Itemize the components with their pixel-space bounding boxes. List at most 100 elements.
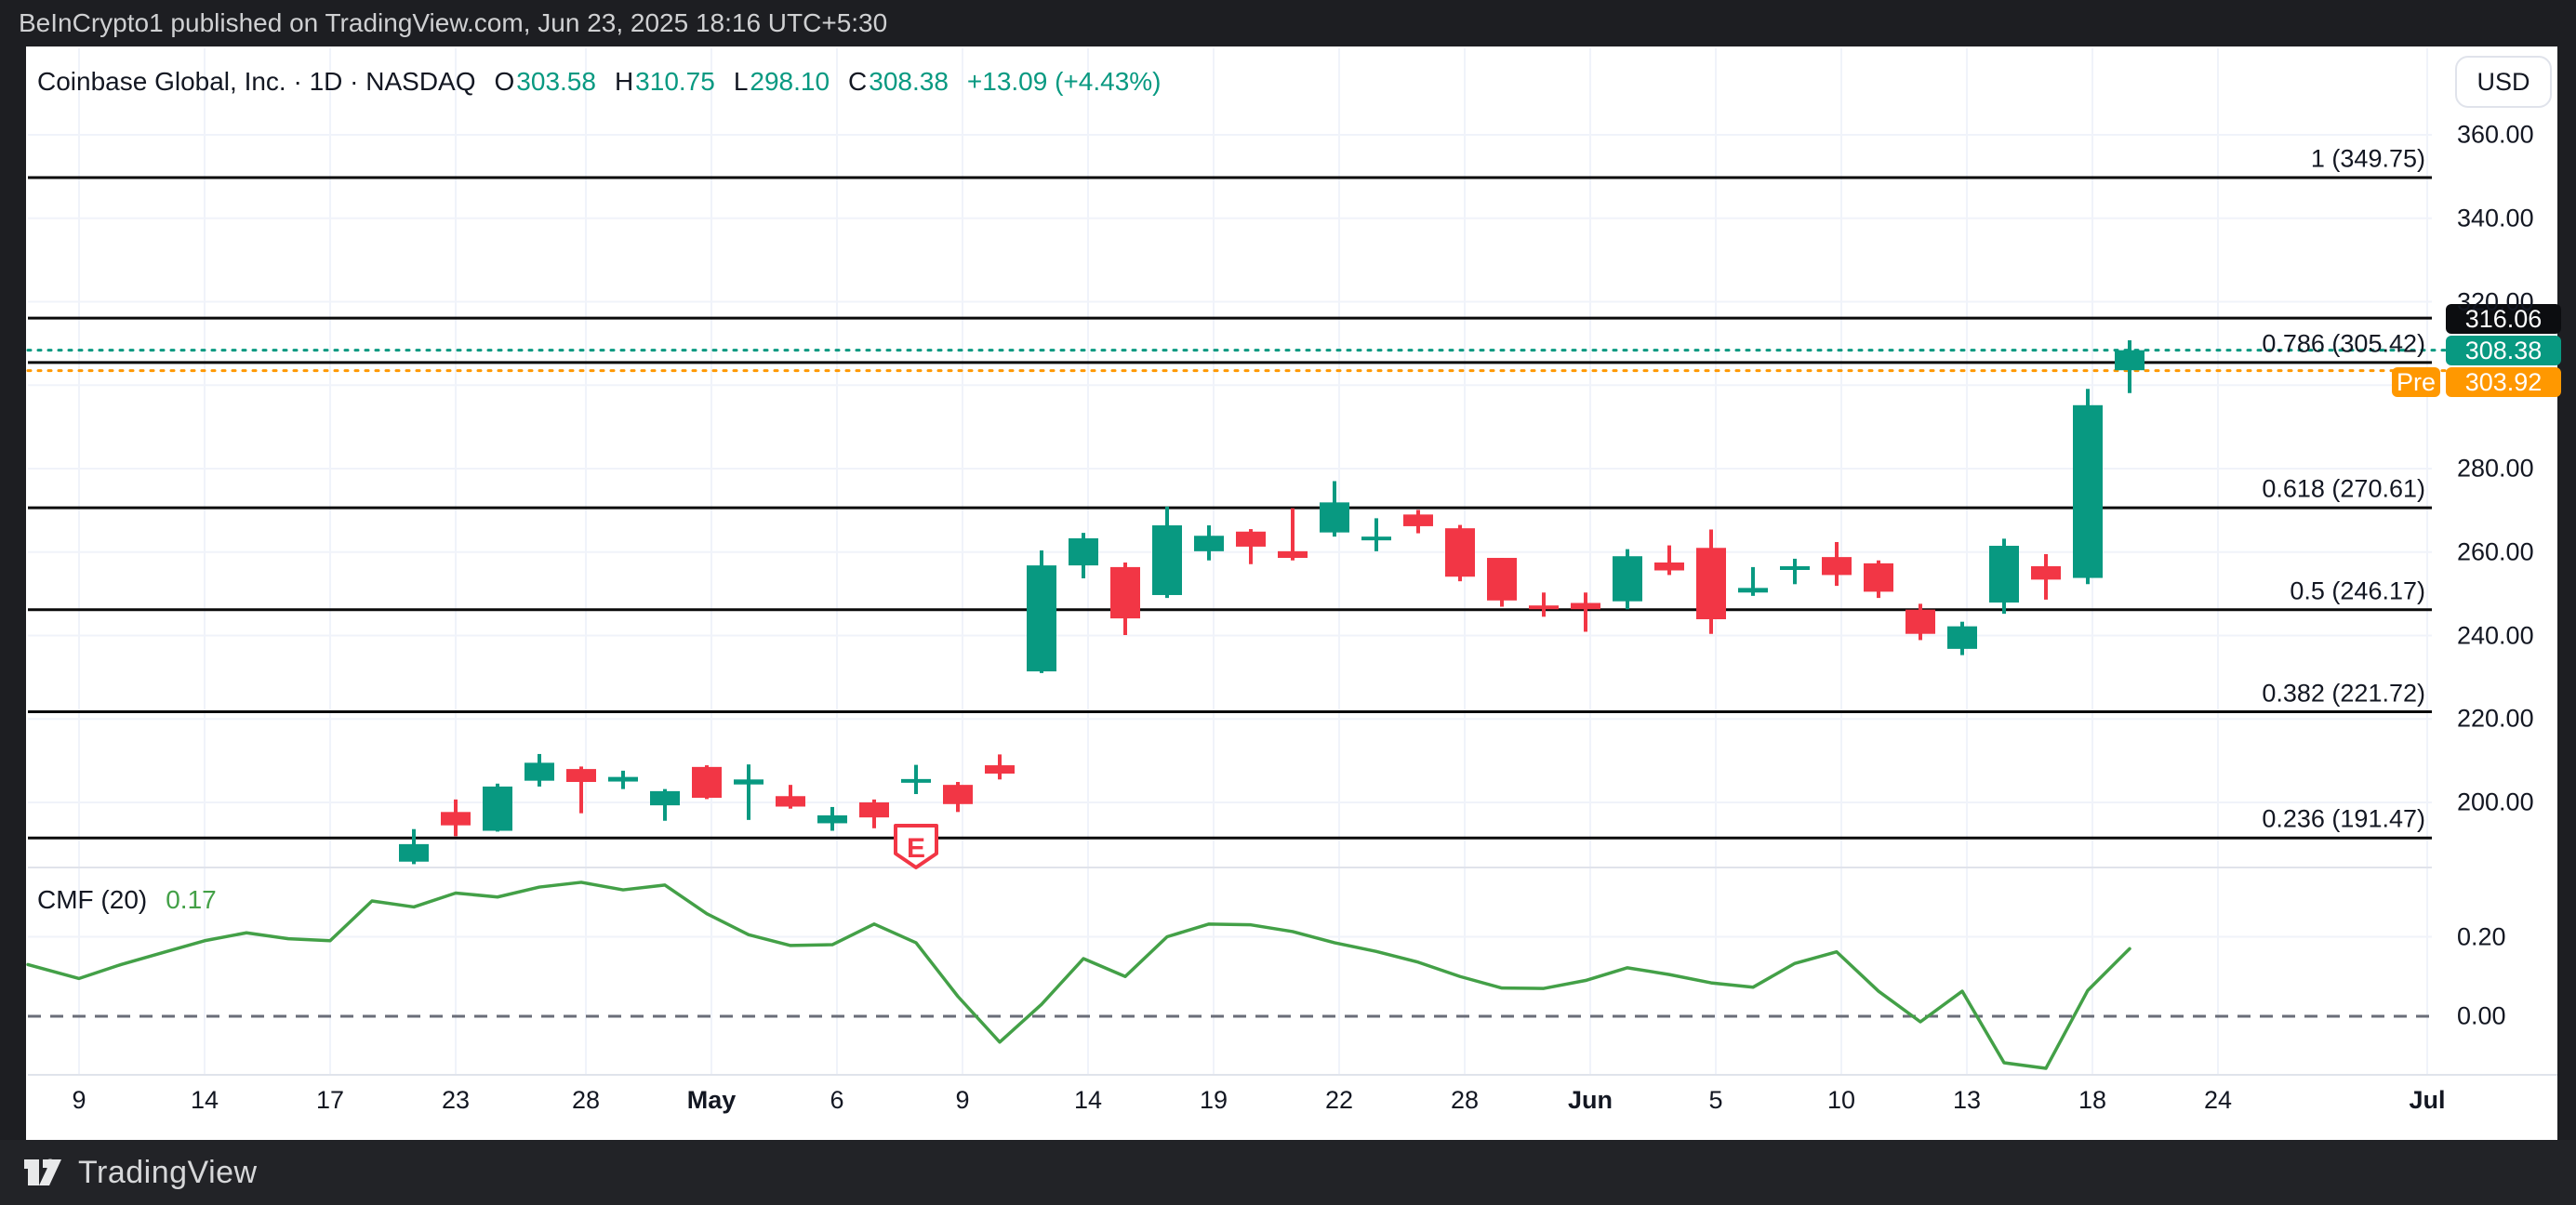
open-value: 303.58: [516, 67, 596, 97]
time-axis-label: 9: [72, 1086, 86, 1115]
price-axis-label: 240.00: [2457, 621, 2576, 650]
candle-may-21[interactable]: [1278, 509, 1308, 561]
candle-jun-11[interactable]: [1864, 561, 1893, 598]
candle-may-8[interactable]: [901, 765, 931, 794]
earnings-badge[interactable]: E: [896, 826, 936, 867]
time-axis-label: 14: [191, 1086, 219, 1115]
svg-text:E: E: [907, 833, 925, 864]
candle-jun-18[interactable]: [2073, 389, 2103, 584]
time-axis-label: Jun: [1568, 1086, 1613, 1115]
time-axis-label: 13: [1953, 1086, 1981, 1115]
high-label: H: [615, 67, 633, 97]
candle-may-6[interactable]: [817, 807, 847, 831]
candle-apr-24[interactable]: [483, 784, 512, 832]
premarket-price-badge: 303.92: [2446, 367, 2561, 397]
candle-may-12[interactable]: [985, 754, 1015, 779]
fib-level-label: 1 (349.75): [2311, 144, 2425, 173]
candle-may-20[interactable]: [1236, 529, 1266, 564]
candle-jun-5[interactable]: [1696, 530, 1726, 634]
time-axis-label: 5: [1708, 1086, 1722, 1115]
time-axis-label: 10: [1827, 1086, 1855, 1115]
cmf-axis-label: 0.00: [2457, 1002, 2576, 1031]
cmf-line-series[interactable]: [28, 882, 2130, 1068]
candle-may-9[interactable]: [943, 782, 973, 812]
candle-may-2[interactable]: [734, 764, 764, 820]
candle-may-22[interactable]: [1320, 481, 1349, 536]
candle-may-16[interactable]: [1152, 507, 1182, 598]
candle-jun-2[interactable]: [1571, 592, 1600, 631]
candle-may-30[interactable]: [1529, 592, 1559, 616]
fib-retracement-lines[interactable]: [28, 178, 2432, 838]
low-label: L: [734, 67, 749, 97]
time-axis-label: 22: [1325, 1086, 1353, 1115]
candle-apr-30[interactable]: [650, 789, 680, 821]
tradingview-brand-text[interactable]: TradingView: [78, 1155, 258, 1191]
candle-may-23[interactable]: [1361, 518, 1391, 550]
time-axis-label: 28: [572, 1086, 600, 1115]
candle-may-5[interactable]: [776, 785, 805, 809]
candle-jun-4[interactable]: [1654, 546, 1684, 576]
candle-may-1[interactable]: [692, 765, 722, 799]
change-value: +13.09 (+4.43%): [967, 67, 1162, 97]
symbol-legend: Coinbase Global, Inc. · 1D · NASDAQ O303…: [37, 67, 1162, 97]
open-label: O: [495, 67, 515, 97]
candlestick-series[interactable]: [399, 340, 2144, 864]
candle-apr-25[interactable]: [524, 754, 554, 787]
candle-jun-13[interactable]: [1947, 622, 1977, 655]
price-axis-label: 360.00: [2457, 121, 2576, 150]
high-value: 310.75: [635, 67, 715, 97]
candle-may-15[interactable]: [1110, 563, 1140, 635]
time-axis-label: 23: [442, 1086, 470, 1115]
price-axis-label: 260.00: [2457, 537, 2576, 566]
fib-level-label: 0.618 (270.61): [2262, 475, 2425, 504]
currency-toggle-button[interactable]: USD: [2455, 56, 2552, 108]
cmf-indicator-name: CMF (20): [37, 885, 147, 915]
footer-bar: TradingView: [0, 1140, 2576, 1205]
cmf-axis-label: 0.20: [2457, 922, 2576, 951]
tradingview-snapshot: BeInCrypto1 published on TradingView.com…: [0, 0, 2576, 1205]
candle-may-7[interactable]: [859, 800, 889, 828]
price-axis-label: 280.00: [2457, 455, 2576, 483]
time-axis-label: 28: [1451, 1086, 1479, 1115]
time-axis-label: 14: [1074, 1086, 1102, 1115]
time-axis-label: 6: [830, 1086, 843, 1115]
candle-may-29[interactable]: [1487, 558, 1517, 607]
last-price-badge: 308.38: [2446, 336, 2561, 365]
fib-level-label: 0.786 (305.42): [2262, 329, 2425, 358]
fib-level-label: 0.382 (221.72): [2262, 679, 2425, 708]
candle-jun-10[interactable]: [1822, 542, 1852, 586]
candle-may-27[interactable]: [1403, 510, 1433, 533]
cmf-indicator-legend: CMF (20) 0.17: [37, 885, 217, 915]
tradingview-logo-icon[interactable]: [22, 1154, 65, 1191]
price-axis-label: 200.00: [2457, 788, 2576, 817]
candle-may-13[interactable]: [1027, 550, 1056, 673]
time-axis-label: 17: [316, 1086, 344, 1115]
close-value: 308.38: [869, 67, 949, 97]
candle-apr-28[interactable]: [566, 766, 596, 813]
time-axis-label: Jul: [2409, 1086, 2445, 1115]
symbol-title: Coinbase Global, Inc. · 1D · NASDAQ: [37, 67, 476, 97]
price-axis-label: 340.00: [2457, 204, 2576, 232]
gridlines: [28, 48, 2557, 1075]
time-axis-label: 19: [1200, 1086, 1228, 1115]
time-axis-label: May: [687, 1086, 737, 1115]
candle-jun-16[interactable]: [1989, 538, 2019, 614]
candle-jun-17[interactable]: [2031, 554, 2061, 600]
candle-jun-6[interactable]: [1738, 567, 1768, 596]
candle-apr-23[interactable]: [441, 800, 471, 836]
premarket-tag-badge: Pre: [2392, 367, 2440, 397]
price-axis-label: 220.00: [2457, 705, 2576, 734]
candle-apr-22[interactable]: [399, 829, 429, 865]
candle-may-14[interactable]: [1069, 533, 1098, 578]
candle-may-28[interactable]: [1445, 525, 1475, 582]
candle-jun-9[interactable]: [1780, 559, 1810, 584]
chart-plot-area[interactable]: E: [0, 0, 2576, 1205]
price-axis-label: 320.00: [2457, 287, 2576, 316]
fib-level-label: 0.236 (191.47): [2262, 805, 2425, 834]
candle-apr-29[interactable]: [608, 771, 638, 789]
time-axis-label: 24: [2204, 1086, 2232, 1115]
candle-may-19[interactable]: [1194, 525, 1224, 561]
time-axis-label: 18: [2078, 1086, 2106, 1115]
candle-jun-3[interactable]: [1613, 550, 1642, 610]
fib-level-label: 0.5 (246.17): [2290, 576, 2425, 605]
